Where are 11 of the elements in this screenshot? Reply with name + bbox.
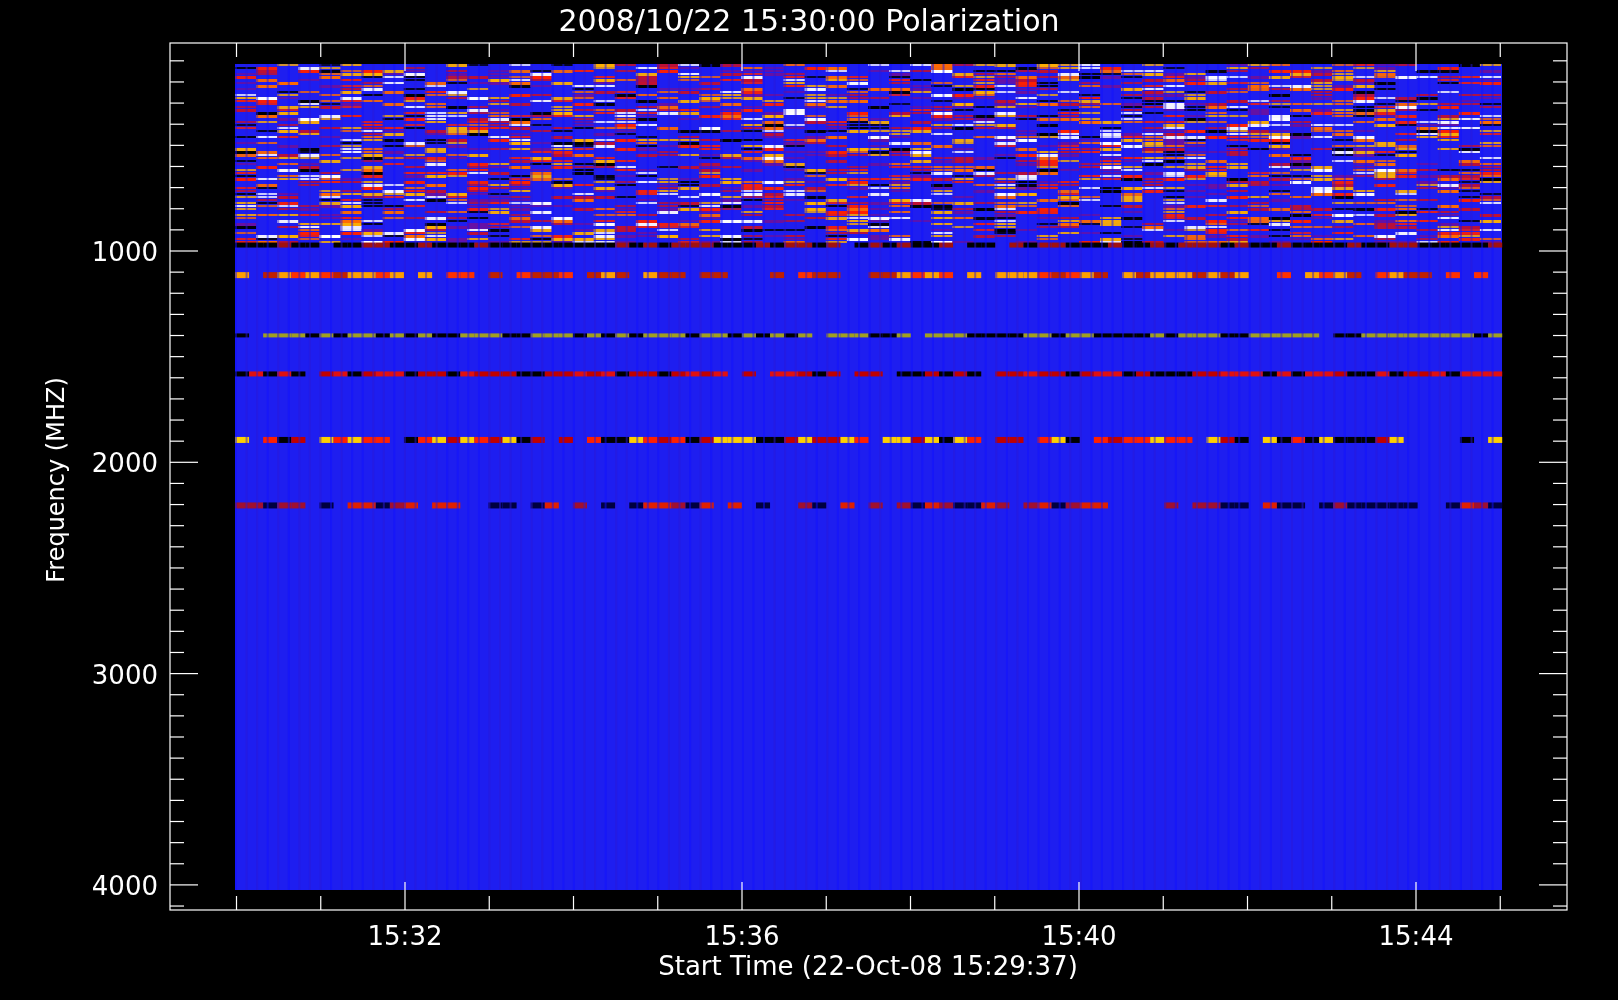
y-tick-label: 3000 <box>91 659 158 690</box>
x-axis-title: Start Time (22-Oct-08 15:29:37) <box>658 951 1078 981</box>
x-tick-label: 15:32 <box>367 921 443 951</box>
y-axis-title: Frequency (MHZ) <box>42 377 70 583</box>
y-tick-label: 4000 <box>91 870 158 901</box>
y-tick-label: 2000 <box>91 448 158 479</box>
x-tick-label: 15:40 <box>1041 921 1117 951</box>
x-tick-label: 15:36 <box>704 921 780 951</box>
x-tick-label: 15:44 <box>1378 921 1454 951</box>
plot-title: 2008/10/22 15:30:00 Polarization <box>558 3 1060 38</box>
y-tick-label: 1000 <box>91 237 158 267</box>
